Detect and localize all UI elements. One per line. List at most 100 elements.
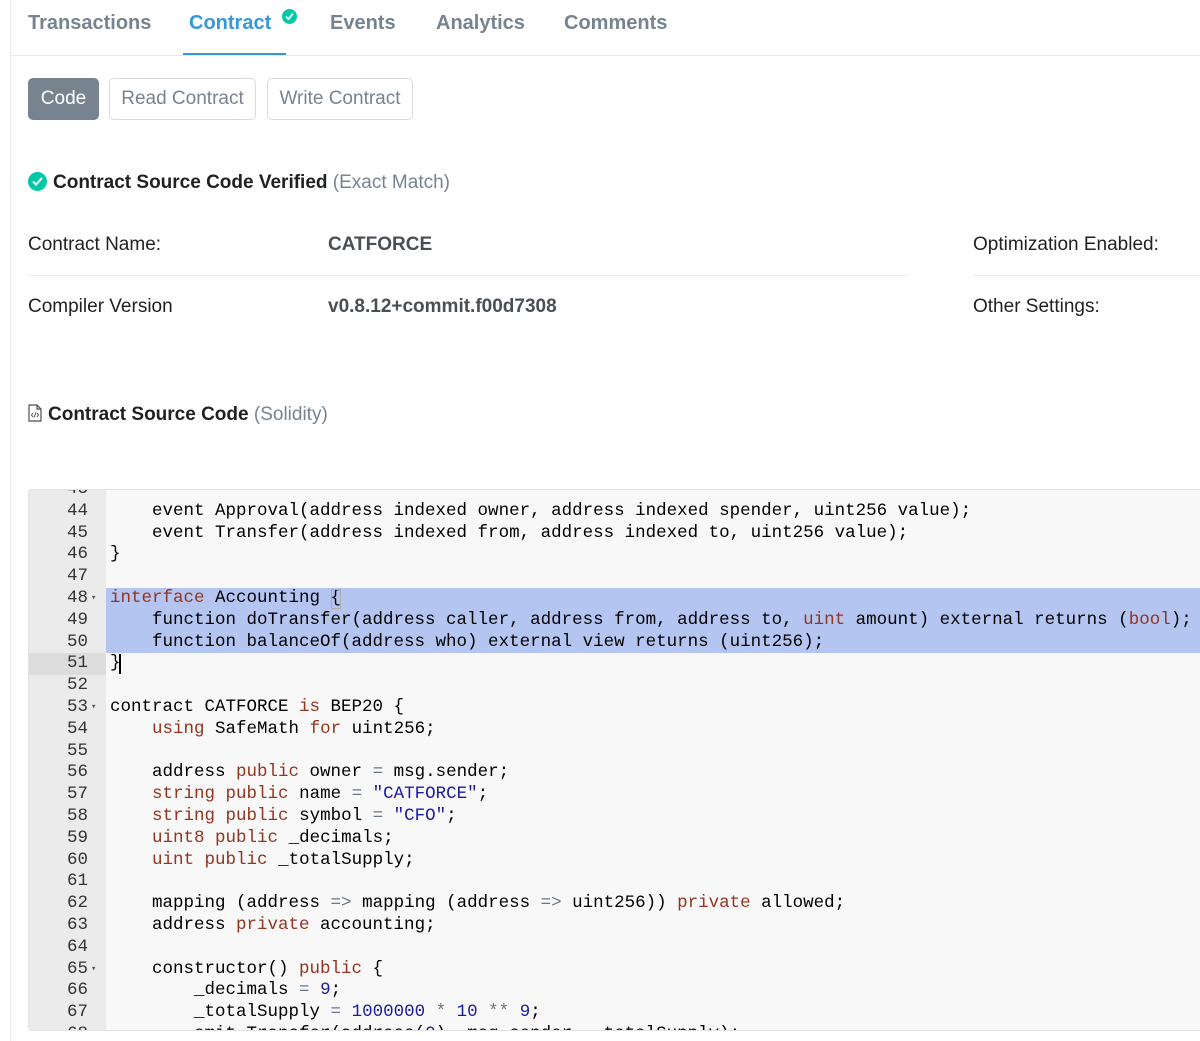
line-text: _totalSupply = 1000000 * 10 ** 9; [110,1002,541,1023]
text-cursor [119,654,121,675]
code-line: 62 mapping (address => mapping (address … [29,893,1200,915]
line-number: 58 [66,806,88,826]
line-text: emit Transfer(address(0), msg.sender, _t… [110,1024,740,1030]
verified-check-icon [282,9,297,24]
details-divider-right [973,275,1200,276]
code-line: 60 uint public _totalSupply; [29,850,1200,872]
line-number: 48 [66,588,88,608]
fold-arrow-icon[interactable]: ▾ [91,588,96,610]
line-number: 52 [66,675,88,696]
code-line: 53 ▾ contract CATFORCE is BEP20 { [29,697,1200,719]
tab-events[interactable]: Events [330,12,396,35]
line-number: 62 [66,893,88,914]
write-contract-button[interactable]: Write Contract [267,78,413,120]
line-number: 57 [66,784,88,805]
read-contract-button[interactable]: Read Contract [109,78,256,120]
code-line: 67 _totalSupply = 1000000 * 10 ** 9; [29,1002,1200,1024]
code-line: 55 [29,741,1200,763]
line-number: 68 [29,1024,88,1030]
code-line: 66 _decimals = 9; [29,980,1200,1002]
line-text: function doTransfer(address caller, addr… [110,609,1192,630]
line-number: 65 [66,958,88,979]
compiler-version-label: Compiler Version [28,296,173,317]
line-number: 44 [66,500,88,521]
line-text: using SafeMath for uint256; [152,718,436,739]
contract-name-label: Contract Name: [28,234,162,255]
tab-transactions[interactable]: Transactions [28,12,151,35]
line-number: 64 [66,936,88,957]
code-line: 63 address private accounting; [29,915,1200,937]
page-edge [10,0,11,1041]
line-text: event Transfer(address indexed from, add… [110,522,909,543]
code-line: 52 [29,675,1200,697]
code-line: 44 event Approval(address indexed owner,… [29,501,1200,523]
line-text: constructor() public { [110,958,384,979]
line-number: 55 [66,740,88,761]
code-line: 45 event Transfer(address indexed from, … [29,523,1200,545]
line-text: address public owner = msg.sender; [110,762,510,783]
line-number: 66 [66,980,88,1001]
line-text: function balanceOf(address who) external… [110,631,825,652]
line-number: 45 [66,522,88,543]
line-number: 50 [66,631,88,652]
code-line: 54 using SafeMath for uint256; [29,719,1200,741]
source-code-lang: (Solidity) [253,404,328,425]
contract-name-value: CATFORCE [328,234,433,255]
code-line: 51} [29,653,1200,675]
source-code-title: Contract Source Code [48,404,249,425]
line-number: 67 [66,1002,88,1023]
line-text: interface Accounting { [110,588,342,608]
file-code-icon [28,404,42,422]
bracket-match-highlight [330,589,341,609]
optimization-label: Optimization Enabled: [973,234,1159,255]
line-number: 59 [66,827,88,848]
code-line: 49 function doTransfer(address caller, a… [29,610,1200,632]
line-number: 43 [66,489,88,499]
code-line: 59 uint8 public _decimals; [29,828,1200,850]
code-line: 61 [29,871,1200,893]
code-line: 43 [29,489,1200,501]
code-line: 50 function balanceOf(address who) exter… [29,632,1200,654]
line-number: 63 [66,915,88,935]
line-number: 60 [66,849,88,870]
line-text: contract CATFORCE is BEP20 { [110,697,405,717]
tab-contract[interactable]: Contract [189,12,271,35]
code-line: 56 address public owner = msg.sender; [29,762,1200,784]
code-line: 46} [29,544,1200,566]
code-line: 58 string public symbol = "CFO"; [29,806,1200,828]
line-text: uint8 public _decimals; [152,827,394,848]
source-code-heading: Contract Source Code (Solidity) [28,404,328,426]
fold-arrow-icon[interactable]: ▾ [91,959,96,981]
code-line: 48 ▾ interface Accounting { [29,588,1200,610]
code-line: 57 string public name = "CATFORCE"; [29,784,1200,806]
tab-bar: Transactions Contract Events Analytics C… [10,0,1200,56]
line-number: 47 [66,566,88,587]
line-text: event Approval(address indexed owner, ad… [110,500,972,521]
line-text: mapping (address => mapping (address => … [110,893,846,914]
code-line: 65 ▾ constructor() public { [29,959,1200,981]
tab-analytics[interactable]: Analytics [436,12,525,35]
verified-title: Contract Source Code Verified [53,172,328,193]
line-text: } [110,544,121,565]
code-button[interactable]: Code [28,78,99,120]
code-line: 64 [29,937,1200,959]
line-text: _decimals = 9; [110,980,342,1001]
verified-match: (Exact Match) [332,172,450,193]
code-line: 68 emit Transfer(address(0), msg.sender,… [29,1024,1200,1030]
line-text: string public name = "CATFORCE"; [152,784,489,805]
compiler-version-value: v0.8.12+commit.f00d7308 [328,296,557,317]
line-text: string public symbol = "CFO"; [152,806,457,826]
code-line: 47 [29,566,1200,588]
line-number: 56 [66,762,88,783]
fold-arrow-icon[interactable]: ▾ [91,697,96,719]
line-number: 53 [66,697,88,717]
active-tab-indicator [183,53,286,55]
verified-heading: Contract Source Code Verified (Exact Mat… [28,172,450,196]
line-number: 49 [66,609,88,630]
other-settings-label: Other Settings: [973,296,1100,317]
tab-comments[interactable]: Comments [564,12,667,35]
line-number: 51 [66,653,88,674]
code-editor[interactable]: 43 44 event Approval(address indexed owne… [28,489,1200,1031]
check-circle-icon [28,172,47,191]
line-number: 54 [66,718,88,739]
